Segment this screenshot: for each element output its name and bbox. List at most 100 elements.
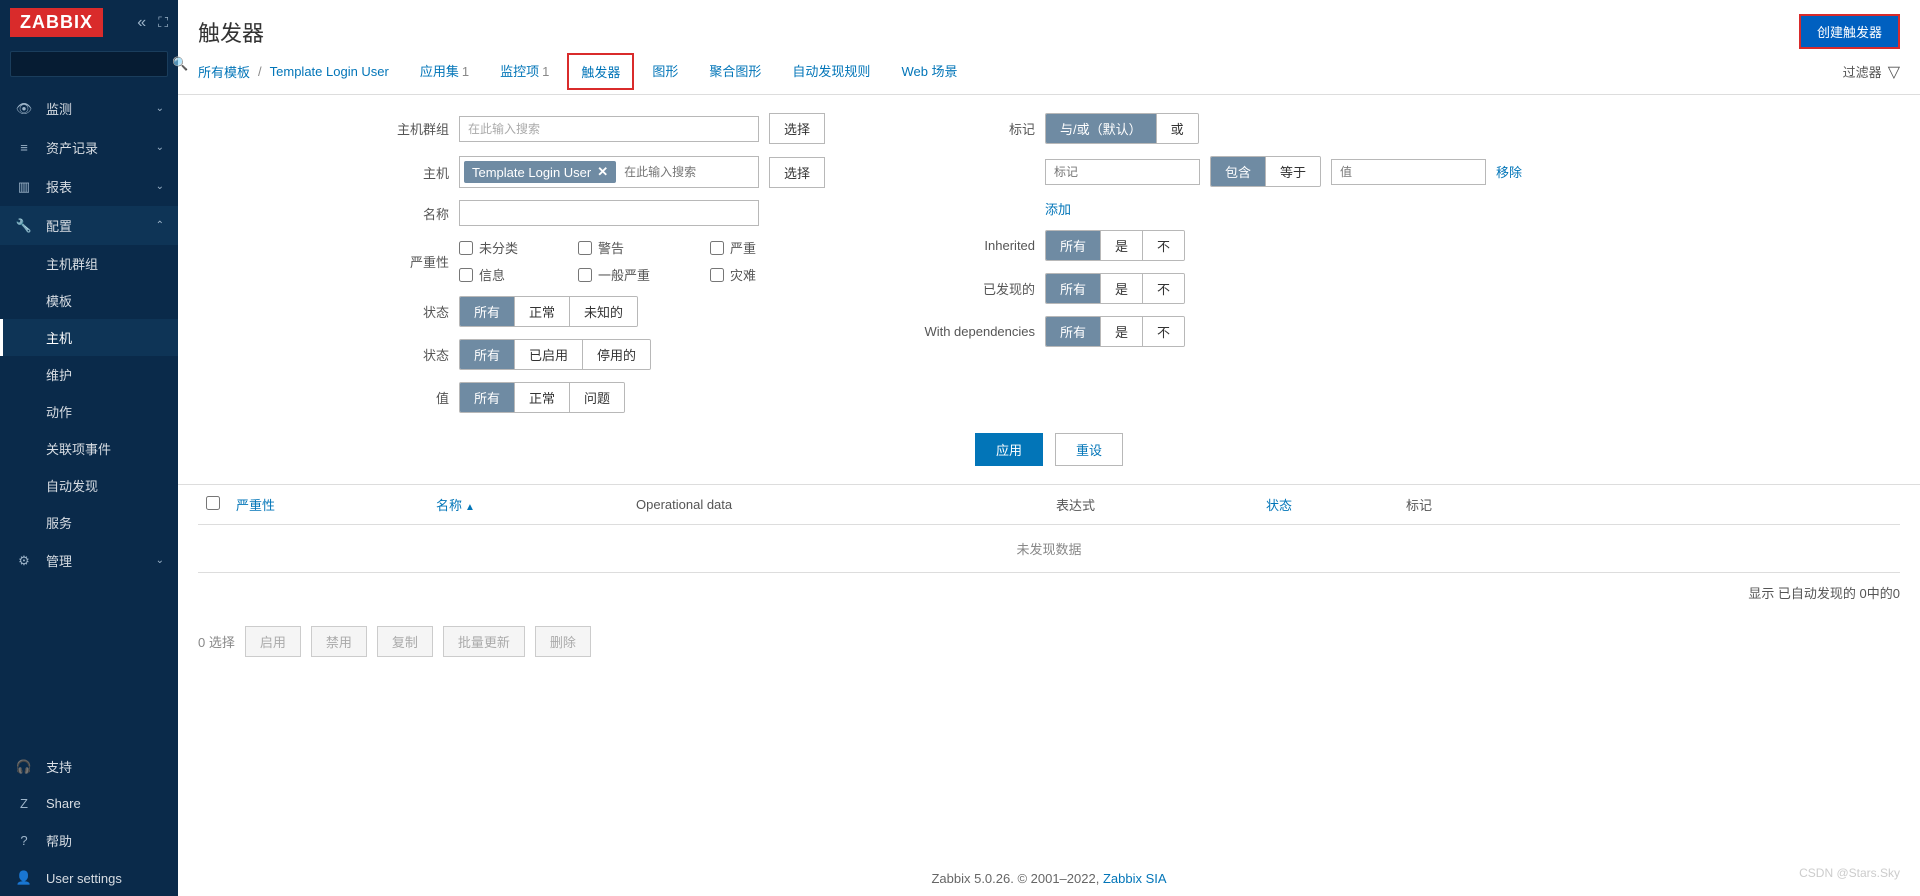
select-all-checkbox[interactable] [206,496,220,510]
nav-usersettings[interactable]: 👤User settings [0,860,178,896]
tab-discovery[interactable]: 自动发现规则 [779,53,883,90]
bc-template[interactable]: Template Login User [270,64,389,79]
inherited-all[interactable]: 所有 [1046,231,1101,260]
bulk-disable-button[interactable]: 禁用 [311,626,367,657]
chip-remove-icon[interactable]: ✕ [597,164,608,180]
reset-button[interactable]: 重设 [1055,433,1123,466]
state-normal[interactable]: 正常 [515,297,570,326]
bulk-delete-button[interactable]: 删除 [535,626,591,657]
tagmode-or[interactable]: 或 [1157,114,1198,143]
discovered-all[interactable]: 所有 [1046,274,1101,303]
sub-correlation[interactable]: 关联项事件 [0,430,178,467]
name-input[interactable] [459,200,759,226]
headset-icon: 🎧 [14,759,34,775]
sub-templates[interactable]: 模板 [0,282,178,319]
nav-share[interactable]: ZShare [0,786,178,821]
tag-remove-link[interactable]: 移除 [1496,162,1522,181]
host-select-button[interactable]: 选择 [769,157,825,188]
bulk-massupdate-button[interactable]: 批量更新 [443,626,525,657]
tag-add-link[interactable]: 添加 [1045,199,1071,218]
page-title: 触发器 [198,16,264,48]
nav-admin[interactable]: ⚙管理⌄ [0,541,178,580]
tab-web[interactable]: Web 场景 [888,53,970,90]
no-data-row: 未发现数据 [198,525,1900,573]
tab-graphs[interactable]: 图形 [639,53,691,90]
state-unknown[interactable]: 未知的 [570,297,637,326]
nav-label: Share [46,796,81,811]
sub-hostgroups[interactable]: 主机群组 [0,245,178,282]
deps-yes[interactable]: 是 [1101,317,1143,346]
table-footer: 显示 已自动发现的 0中的0 [178,573,1920,612]
eye-icon: 👁 [14,101,34,117]
watermark: CSDN @Stars.Sky [1799,866,1900,880]
host-input[interactable] [620,162,754,182]
discovered-yes[interactable]: 是 [1101,274,1143,303]
state-all[interactable]: 所有 [460,297,515,326]
tagop-contains[interactable]: 包含 [1211,157,1266,186]
status-enabled[interactable]: 已启用 [515,340,583,369]
brand-logo: ZABBIX [10,8,103,37]
sidebar-search[interactable]: 🔍 [10,51,168,77]
tagop-equals[interactable]: 等于 [1266,157,1320,186]
col-status[interactable]: 状态 [1258,485,1398,525]
inherited-yes[interactable]: 是 [1101,231,1143,260]
sub-hosts[interactable]: 主机 [0,319,178,356]
tab-screens[interactable]: 聚合图形 [696,53,774,90]
label-host: 主机 [369,163,449,182]
chevron-down-icon: ⌄ [156,103,164,114]
host-chipbox[interactable]: Template Login User✕ [459,156,759,188]
sort-asc-icon: ▲ [465,502,475,513]
check-high[interactable]: 严重 [710,238,756,257]
chart-icon: ▥ [14,179,34,195]
tab-items[interactable]: 监控项1 [487,53,562,90]
deps-no[interactable]: 不 [1143,317,1184,346]
check-average[interactable]: 一般严重 [578,265,650,284]
nav-inventory[interactable]: ≡资产记录⌄ [0,128,178,167]
col-name[interactable]: 名称▲ [428,485,628,525]
bulk-enable-button[interactable]: 启用 [245,626,301,657]
nav-help[interactable]: ?帮助 [0,821,178,860]
col-tags: 标记 [1398,485,1900,525]
check-info[interactable]: 信息 [459,265,518,284]
nav-support[interactable]: 🎧支持 [0,747,178,786]
hostgroup-input[interactable] [459,116,759,142]
status-all[interactable]: 所有 [460,340,515,369]
fullscreen-icon[interactable]: ⛶ [158,14,168,31]
check-unclassified[interactable]: 未分类 [459,238,518,257]
value-all[interactable]: 所有 [460,383,515,412]
search-input[interactable] [17,57,172,71]
nav-monitoring[interactable]: 👁 监测 ⌄ [0,89,178,128]
sub-actions[interactable]: 动作 [0,393,178,430]
nav-label: 配置 [46,216,72,235]
footer-link[interactable]: Zabbix SIA [1103,871,1167,886]
bulk-copy-button[interactable]: 复制 [377,626,433,657]
sub-discovery[interactable]: 自动发现 [0,467,178,504]
col-severity[interactable]: 严重性 [228,485,428,525]
sub-services[interactable]: 服务 [0,504,178,541]
col-opdata: Operational data [628,485,1048,525]
value-ok[interactable]: 正常 [515,383,570,412]
tagmode-andor[interactable]: 与/或（默认） [1046,114,1157,143]
collapse-icon[interactable]: « [137,14,146,32]
value-problem[interactable]: 问题 [570,383,624,412]
nav-reports[interactable]: ▥报表⌄ [0,167,178,206]
hostgroup-select-button[interactable]: 选择 [769,113,825,144]
deps-all[interactable]: 所有 [1046,317,1101,346]
tab-triggers[interactable]: 触发器 [567,53,634,90]
check-warning[interactable]: 警告 [578,238,650,257]
bottom-nav: 🎧支持 ZShare ?帮助 👤User settings [0,747,178,896]
create-trigger-button[interactable]: 创建触发器 [1799,14,1900,49]
apply-button[interactable]: 应用 [975,433,1043,466]
tag-name-input[interactable] [1045,159,1200,185]
nav-config[interactable]: 🔧配置⌃ [0,206,178,245]
sub-maintenance[interactable]: 维护 [0,356,178,393]
discovered-no[interactable]: 不 [1143,274,1184,303]
tab-applications[interactable]: 应用集1 [407,53,482,90]
inherited-no[interactable]: 不 [1143,231,1184,260]
nav-label: 监测 [46,99,72,118]
filter-toggle[interactable]: 过滤器 ▽ [1843,62,1900,82]
tag-value-input[interactable] [1331,159,1486,185]
status-disabled[interactable]: 停用的 [583,340,650,369]
bc-all-templates[interactable]: 所有模板 [198,62,250,81]
check-disaster[interactable]: 灾难 [710,265,756,284]
